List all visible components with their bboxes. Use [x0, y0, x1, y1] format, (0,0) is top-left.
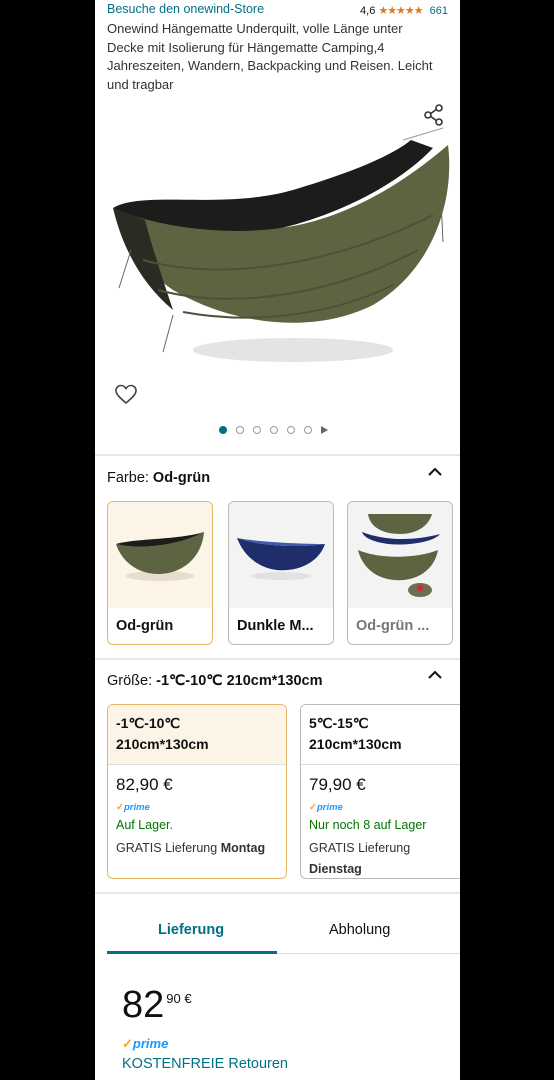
- prime-text: prime: [316, 802, 343, 813]
- color-option-label: Od-grün ...: [356, 618, 430, 634]
- size-option-2[interactable]: 5℃-15℃ 210cm*130cm 79,90 € ✓prime Nur no…: [300, 704, 460, 879]
- prime-badge: ✓prime: [116, 802, 150, 813]
- gallery-dot[interactable]: [219, 426, 227, 434]
- divider: [95, 892, 460, 894]
- size-option-price: 82,90 €: [116, 775, 173, 794]
- chevron-up-icon[interactable]: [428, 670, 442, 680]
- availability-status: Auf Lager.: [116, 818, 173, 832]
- product-title: Onewind Hängematte Underquilt, volle Län…: [107, 21, 433, 92]
- prime-check-icon: ✓: [122, 1036, 133, 1051]
- color-selected-value: Od-grün: [152, 470, 211, 486]
- rating-count: 661: [429, 4, 448, 17]
- gallery-dot[interactable]: [253, 426, 261, 434]
- price-whole: 82: [122, 984, 165, 1026]
- delivery-prefix: GRATIS Lieferung: [309, 841, 411, 855]
- size-option-dimensions: 210cm*130cm: [309, 736, 402, 752]
- star-rating-icon: ★★★★★: [378, 5, 423, 17]
- color-option-od-gruen-set[interactable]: Od-grün ...: [347, 501, 453, 645]
- prime-check-icon: ✓: [116, 802, 124, 813]
- active-tab-indicator: [107, 951, 277, 954]
- divider: [108, 764, 286, 765]
- chevron-up-icon[interactable]: [428, 467, 442, 477]
- size-option-dimensions: 210cm*130cm: [116, 736, 209, 752]
- size-option-temp: -1℃-10℃: [116, 715, 181, 731]
- color-option-od-gruen[interactable]: Od-grün: [107, 501, 213, 645]
- color-option-image: [348, 502, 452, 608]
- color-option-image: [108, 502, 212, 608]
- gallery-dot[interactable]: [270, 426, 278, 434]
- size-selected-value: -1℃-10℃ 210cm*130cm: [156, 673, 323, 689]
- gallery-dot[interactable]: [236, 426, 244, 434]
- gallery-pagination: [219, 426, 328, 434]
- prime-badge: ✓prime: [309, 802, 343, 813]
- prime-logo: ✓prime: [122, 1036, 168, 1052]
- gallery-dot[interactable]: [304, 426, 312, 434]
- color-label: Farbe: Od-grün: [107, 470, 210, 486]
- color-option-image: [229, 502, 333, 608]
- video-play-icon[interactable]: [321, 426, 328, 434]
- color-option-label: Od-grün: [116, 618, 174, 634]
- size-option-price: 79,90 €: [309, 775, 366, 794]
- delivery-day: Montag: [220, 841, 266, 855]
- delivery-info: GRATIS Lieferung Dienstag: [309, 838, 460, 878]
- size-option-temp: 5℃-15℃: [309, 715, 369, 731]
- heart-icon[interactable]: [115, 384, 137, 406]
- prime-check-icon: ✓: [309, 802, 317, 813]
- size-option-1[interactable]: -1℃-10℃ 210cm*130cm 82,90 € ✓prime Auf L…: [107, 704, 287, 879]
- buybox-price: 82 90 €: [122, 985, 192, 1025]
- divider: [95, 454, 460, 456]
- price-fraction: 90 €: [166, 991, 192, 1006]
- size-label: Größe: -1℃-10℃ 210cm*130cm: [107, 673, 323, 689]
- store-link[interactable]: Besuche den onewind-Store: [107, 2, 264, 16]
- tab-abholung[interactable]: Abholung: [329, 922, 390, 938]
- size-label-text: Größe:: [107, 673, 153, 689]
- size-option-head: 5℃-15℃ 210cm*130cm: [301, 705, 460, 764]
- delivery-info: GRATIS Lieferung Montag: [116, 838, 286, 859]
- product-image[interactable]: [103, 120, 453, 380]
- product-page: Besuche den onewind-Store 4,6 ★★★★★ 661 …: [95, 0, 460, 1080]
- divider: [95, 658, 460, 660]
- color-option-label: Dunkle M...: [237, 618, 314, 634]
- free-returns-link[interactable]: KOSTENFREIE Retouren: [122, 1056, 288, 1072]
- purchase-tabs: Lieferung Abholung: [107, 918, 460, 956]
- gallery-dot[interactable]: [287, 426, 295, 434]
- size-option-head: -1℃-10℃ 210cm*130cm: [108, 705, 286, 764]
- prime-text: prime: [123, 802, 150, 813]
- tab-lieferung[interactable]: Lieferung: [158, 922, 224, 938]
- prime-text: prime: [132, 1036, 169, 1051]
- rating-summary[interactable]: 4,6 ★★★★★ 661: [360, 4, 448, 18]
- availability-status: Nur noch 8 auf Lager: [309, 818, 427, 832]
- delivery-day: Dienstag: [309, 862, 362, 876]
- rating-value: 4,6: [360, 4, 376, 17]
- store-row: Besuche den onewind-Store 4,6 ★★★★★ 661: [107, 2, 448, 18]
- delivery-prefix: GRATIS Lieferung: [116, 841, 218, 855]
- color-option-dunkle-m[interactable]: Dunkle M...: [228, 501, 334, 645]
- divider: [301, 764, 460, 765]
- color-label-text: Farbe:: [107, 470, 149, 486]
